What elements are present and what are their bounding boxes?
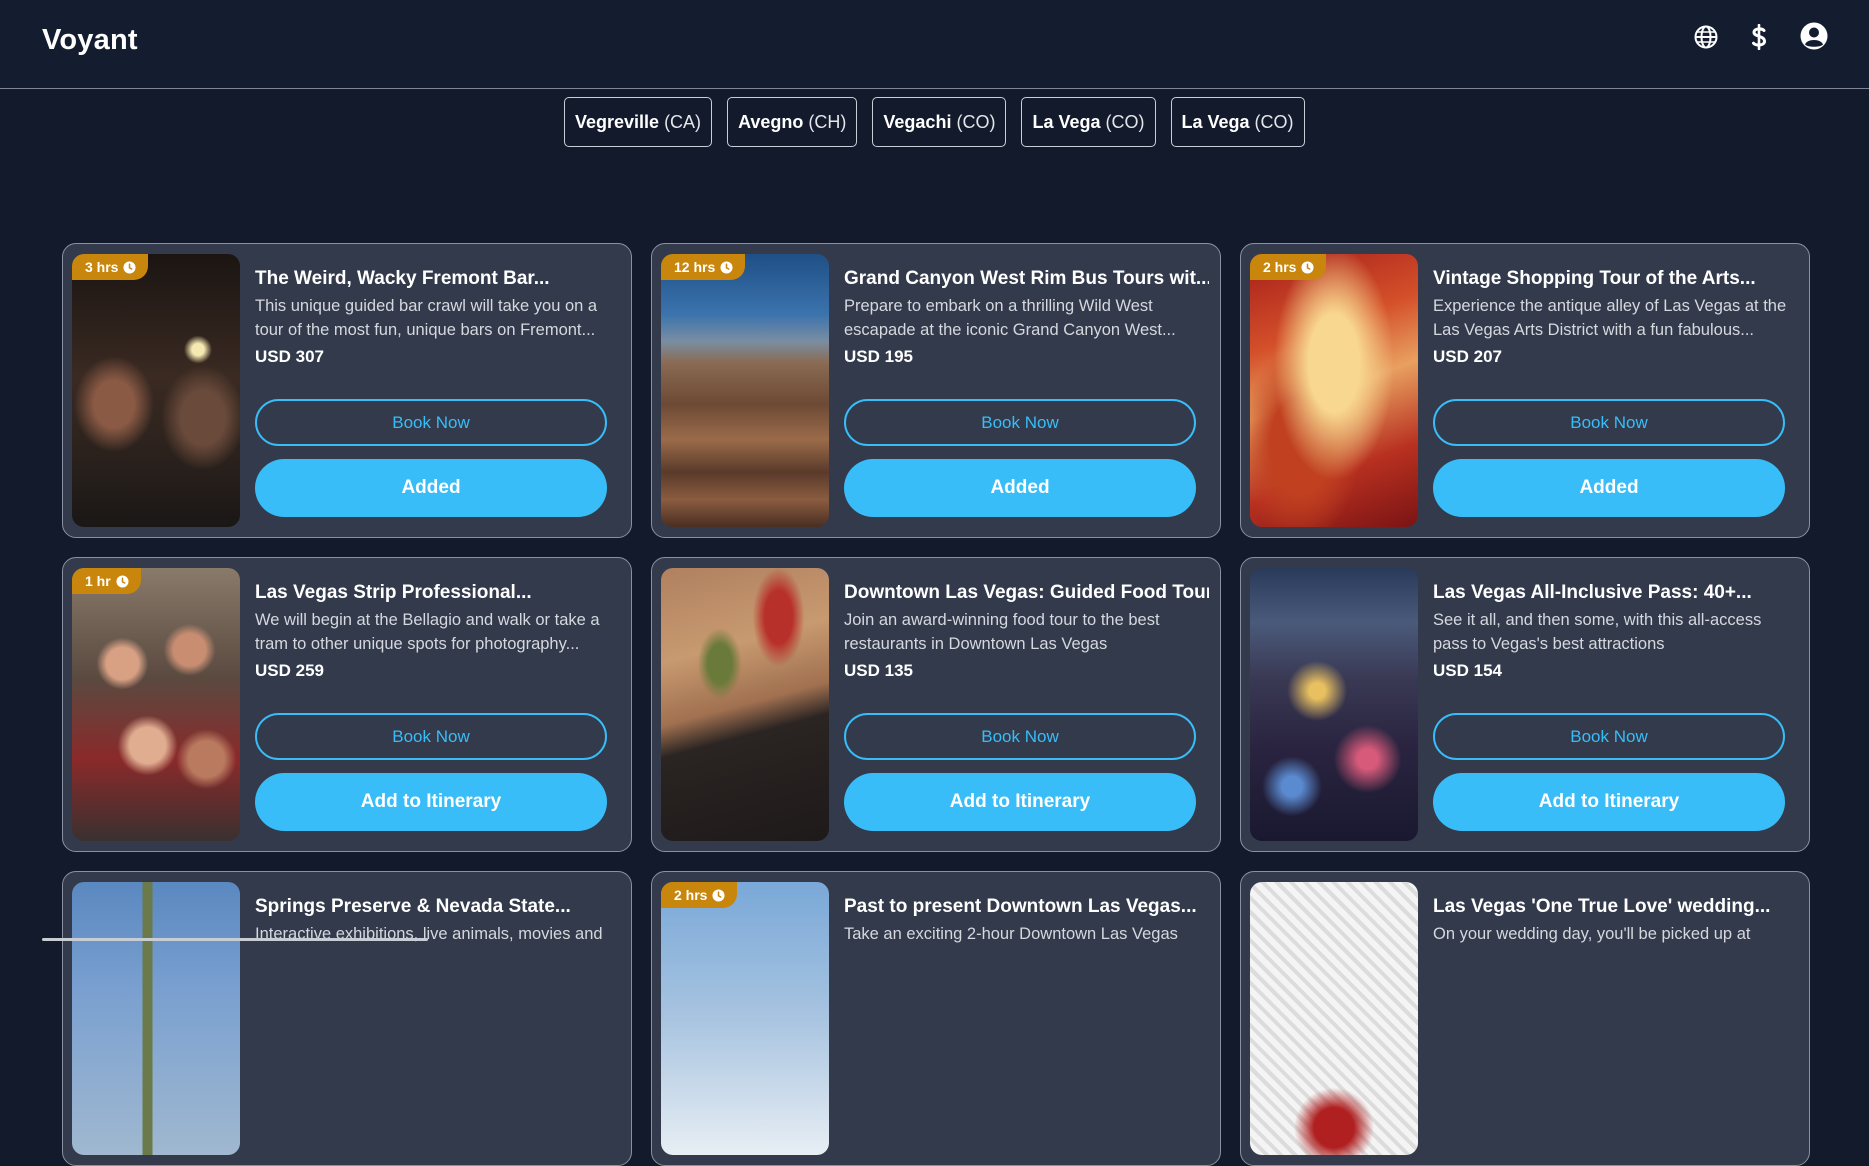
duration-badge: 1 hr xyxy=(72,568,141,594)
tour-description: This unique guided bar crawl will take y… xyxy=(255,297,598,339)
grand-canyon-photo[interactable]: 12 hrs xyxy=(661,254,829,527)
tour-price: USD 307 xyxy=(255,347,324,366)
tour-description: Join an award-winning food tour to the b… xyxy=(844,611,1160,653)
tour-description: Take an exciting 2-hour Downtown Las Veg… xyxy=(844,925,1178,943)
tour-card: Downtown Las Vegas: Guided Food Tour Joi… xyxy=(651,557,1221,852)
tour-card: 12 hrs Grand Canyon West Rim Bus Tours w… xyxy=(651,243,1221,538)
tour-title[interactable]: Las Vegas All-Inclusive Pass: 40+... xyxy=(1433,582,1798,604)
tour-card: Springs Preserve & Nevada State... Inter… xyxy=(62,871,632,1166)
location-chip[interactable]: Vegachi (CO) xyxy=(872,97,1007,147)
book-now-button[interactable]: Book Now xyxy=(1433,713,1785,760)
location-chip[interactable]: La Vega (CO) xyxy=(1021,97,1156,147)
tour-card: 2 hrs Vintage Shopping Tour of the Arts.… xyxy=(1240,243,1810,538)
tour-description: See it all, and then some, with this all… xyxy=(1433,611,1762,653)
wedding-flowers-photo[interactable] xyxy=(1250,882,1418,1155)
itinerary-button[interactable]: Add to Itinerary xyxy=(1433,773,1785,831)
globe-icon[interactable] xyxy=(1691,22,1721,52)
vegas-night-photo[interactable] xyxy=(1250,568,1418,841)
itinerary-button[interactable]: Added xyxy=(1433,459,1785,517)
book-now-button[interactable]: Book Now xyxy=(255,399,607,446)
tour-title[interactable]: Downtown Las Vegas: Guided Food Tour xyxy=(844,582,1209,604)
tour-price: USD 135 xyxy=(844,661,913,680)
currency-dollar-icon[interactable] xyxy=(1744,22,1774,52)
tour-description: We will begin at the Bellagio and walk o… xyxy=(255,611,600,653)
book-now-button[interactable]: Book Now xyxy=(255,713,607,760)
book-now-button[interactable]: Book Now xyxy=(1433,399,1785,446)
tour-card: 2 hrs Past to present Downtown Las Vegas… xyxy=(651,871,1221,1166)
duration-badge: 2 hrs xyxy=(1250,254,1327,280)
tour-price: USD 154 xyxy=(1433,661,1502,680)
app-logo[interactable]: Voyant xyxy=(42,24,138,57)
duration-badge: 12 hrs xyxy=(661,254,746,280)
location-chip[interactable]: La Vega (CO) xyxy=(1170,97,1305,147)
cactus-sky-photo[interactable] xyxy=(72,882,240,1155)
itinerary-button[interactable]: Add to Itinerary xyxy=(255,773,607,831)
group-selfie-photo[interactable]: 1 hr xyxy=(72,568,240,841)
itinerary-button[interactable]: Added xyxy=(844,459,1196,517)
tour-description: On your wedding day, you'll be picked up… xyxy=(1433,925,1751,943)
duration-badge: 3 hrs xyxy=(72,254,149,280)
champagne-toast-photo[interactable]: 2 hrs xyxy=(1250,254,1418,527)
tour-description: Prepare to embark on a thrilling Wild We… xyxy=(844,297,1176,339)
tour-price: USD 195 xyxy=(844,347,913,366)
itinerary-button[interactable]: Added xyxy=(255,459,607,517)
clock-icon xyxy=(1301,260,1315,274)
clock-icon xyxy=(712,888,726,902)
food-platter-photo[interactable] xyxy=(661,568,829,841)
location-chip[interactable]: Avegno (CH) xyxy=(727,97,858,147)
downtown-sign-photo[interactable]: 2 hrs xyxy=(661,882,829,1155)
tour-title[interactable]: Springs Preserve & Nevada State... xyxy=(255,896,620,918)
tour-grid: 3 hrs The Weird, Wacky Fremont Bar... Th… xyxy=(62,243,1810,1166)
clock-icon xyxy=(116,574,129,588)
book-now-button[interactable]: Book Now xyxy=(844,713,1196,760)
duration-badge: 2 hrs xyxy=(661,882,738,908)
tour-description: Experience the antique alley of Las Vega… xyxy=(1433,297,1787,339)
tour-title[interactable]: Grand Canyon West Rim Bus Tours wit... xyxy=(844,268,1209,290)
clock-icon xyxy=(123,260,137,274)
tour-description: Interactive exhibitions, live animals, m… xyxy=(255,925,603,943)
tour-title[interactable]: Las Vegas Strip Professional... xyxy=(255,582,620,604)
tour-card: 1 hr Las Vegas Strip Professional... We … xyxy=(62,557,632,852)
location-chip[interactable]: Vegreville (CA) xyxy=(564,97,713,147)
bar-crawl-photo[interactable]: 3 hrs xyxy=(72,254,240,527)
tour-card: Las Vegas 'One True Love' wedding... On … xyxy=(1240,871,1810,1166)
top-header: Voyant xyxy=(0,0,1869,89)
tour-title[interactable]: Past to present Downtown Las Vegas... xyxy=(844,896,1209,918)
tour-price: USD 259 xyxy=(255,661,324,680)
book-now-button[interactable]: Book Now xyxy=(844,399,1196,446)
tour-card: Las Vegas All-Inclusive Pass: 40+... See… xyxy=(1240,557,1810,852)
tour-title[interactable]: The Weird, Wacky Fremont Bar... xyxy=(255,268,620,290)
tour-card: 3 hrs The Weird, Wacky Fremont Bar... Th… xyxy=(62,243,632,538)
itinerary-button[interactable]: Add to Itinerary xyxy=(844,773,1196,831)
tour-title[interactable]: Vintage Shopping Tour of the Arts... xyxy=(1433,268,1798,290)
user-account-icon[interactable] xyxy=(1799,21,1829,51)
clock-icon xyxy=(720,260,733,274)
tour-title[interactable]: Las Vegas 'One True Love' wedding... xyxy=(1433,896,1798,918)
location-chips: Vegreville (CA) Avegno (CH) Vegachi (CO) La… xyxy=(564,97,1305,147)
horizontal-scrollbar[interactable] xyxy=(42,938,428,941)
tour-price: USD 207 xyxy=(1433,347,1502,366)
